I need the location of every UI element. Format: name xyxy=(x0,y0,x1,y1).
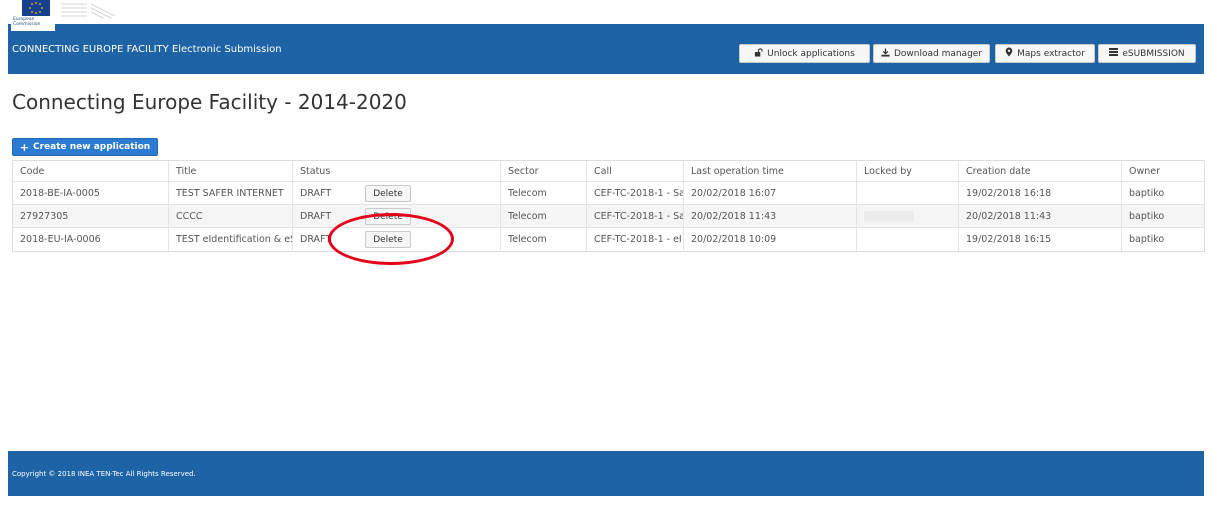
cell-code: 2018-BE-IA-0005 xyxy=(20,187,100,199)
unlock-applications-label: Unlock applications xyxy=(767,48,855,59)
table-row[interactable]: 27927305 CCCC DRAFT Delete Telecom CEF-T… xyxy=(13,205,1204,228)
cell-call: CEF-TC-2018-1 - Sa xyxy=(586,182,683,204)
table-header-row: Code Title Status Sector Call Last opera… xyxy=(13,161,1204,182)
cell-code: 27927305 xyxy=(20,210,69,222)
column-header-locked-by[interactable]: Locked by xyxy=(856,161,958,181)
delete-button[interactable]: Delete xyxy=(365,185,411,202)
column-header-call[interactable]: Call xyxy=(586,161,683,181)
cell-call: CEF-TC-2018-1 - eI xyxy=(586,228,683,251)
app-header: CONNECTING EUROPE FACILITY Electronic Su… xyxy=(8,24,1204,74)
list-icon xyxy=(1109,48,1119,59)
table-row[interactable]: 2018-BE-IA-0005 TEST SAFER INTERNET DRAF… xyxy=(13,182,1204,205)
maps-extractor-button[interactable]: Maps extractor xyxy=(995,44,1095,63)
logo-strip xyxy=(0,0,1212,24)
unlock-icon xyxy=(754,47,763,60)
redacted-user xyxy=(864,210,914,222)
cell-creation-date: 19/02/2018 16:15 xyxy=(958,228,1121,251)
cell-locked-by xyxy=(856,228,958,251)
column-header-last-operation-time[interactable]: Last operation time xyxy=(683,161,856,181)
cell-creation-date: 19/02/2018 16:18 xyxy=(958,182,1121,204)
cell-sector: Telecom xyxy=(500,182,586,204)
create-new-application-button[interactable]: + Create new application xyxy=(12,138,158,156)
cell-owner: baptiko xyxy=(1121,205,1204,227)
create-new-application-label: Create new application xyxy=(32,142,151,152)
download-icon xyxy=(881,47,890,60)
status-text: DRAFT xyxy=(300,210,332,222)
unlock-applications-button[interactable]: Unlock applications xyxy=(739,44,870,63)
plus-icon: + xyxy=(19,140,29,154)
status-text: DRAFT xyxy=(300,187,332,199)
delete-button[interactable]: Delete xyxy=(365,208,411,225)
column-header-status[interactable]: Status xyxy=(292,161,500,181)
cell-owner: baptiko xyxy=(1121,228,1204,251)
download-manager-label: Download manager xyxy=(893,48,983,59)
cell-title: TEST SAFER INTERNET xyxy=(168,182,292,204)
esubmission-label: eSUBMISSION xyxy=(1122,48,1185,59)
cell-locked-by xyxy=(856,182,958,204)
column-header-code[interactable]: Code xyxy=(13,161,168,181)
copyright-text: Copyright © 2018 INEA TEN-Tec All Rights… xyxy=(12,470,196,478)
european-commission-logo: European Commission xyxy=(11,0,55,31)
column-header-sector[interactable]: Sector xyxy=(500,161,586,181)
page-footer: Copyright © 2018 INEA TEN-Tec All Rights… xyxy=(8,451,1204,496)
column-header-title[interactable]: Title xyxy=(168,161,292,181)
delete-button[interactable]: Delete xyxy=(365,231,411,248)
cell-last-operation-time: 20/02/2018 11:43 xyxy=(683,205,856,227)
page-title: Connecting Europe Facility - 2014-2020 xyxy=(12,90,407,114)
cell-owner: baptiko xyxy=(1121,182,1204,204)
logo-text: European Commission xyxy=(13,17,41,27)
maps-extractor-label: Maps extractor xyxy=(1017,48,1085,59)
map-marker-icon xyxy=(1005,47,1013,60)
cell-last-operation-time: 20/02/2018 16:07 xyxy=(683,182,856,204)
cell-title: CCCC xyxy=(168,205,292,227)
cell-last-operation-time: 20/02/2018 10:09 xyxy=(683,228,856,251)
esubmission-button[interactable]: eSUBMISSION xyxy=(1098,44,1196,63)
status-text: DRAFT xyxy=(300,234,332,245)
app-title: CONNECTING EUROPE FACILITY Electronic Su… xyxy=(12,44,282,55)
cell-sector: Telecom xyxy=(500,228,586,251)
table-row[interactable]: 2018-EU-IA-0006 TEST eIdentification & e… xyxy=(13,228,1204,251)
download-manager-button[interactable]: Download manager xyxy=(873,44,990,63)
cell-creation-date: 20/02/2018 11:43 xyxy=(958,205,1121,227)
logo-decoration xyxy=(61,3,116,19)
cell-call: CEF-TC-2018-1 - Sa xyxy=(586,205,683,227)
column-header-owner[interactable]: Owner xyxy=(1121,161,1204,181)
cell-title: TEST eIdentification & eSig xyxy=(168,228,292,251)
applications-table: Code Title Status Sector Call Last opera… xyxy=(12,160,1205,252)
cell-sector: Telecom xyxy=(500,205,586,227)
cell-code: 2018-EU-IA-0006 xyxy=(20,234,101,245)
column-header-creation-date[interactable]: Creation date xyxy=(958,161,1121,181)
cell-locked-by xyxy=(856,205,958,227)
